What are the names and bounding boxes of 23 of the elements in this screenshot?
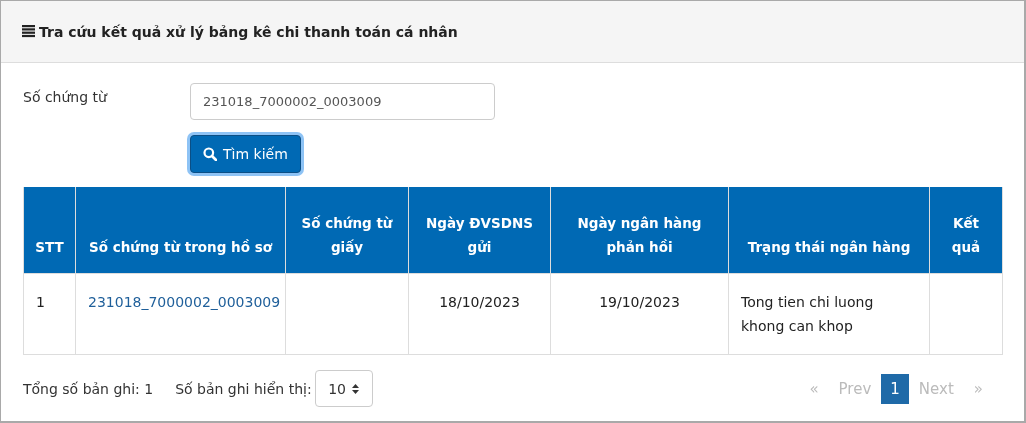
table-cell: 1 [23,273,76,355]
list-icon [22,25,35,38]
column-header: Số chứng từ trong hồ sơ [75,187,286,274]
column-header: Kết quả [929,187,1003,274]
column-header: Ngày ngân hàng phản hồi [550,187,729,274]
search-icon [203,147,217,161]
page-size-select[interactable]: 10 [314,370,373,407]
document-number-field[interactable]: 231018_7000002_0003009 [190,83,495,120]
pagination-link[interactable]: 1 [881,373,909,404]
column-header: Ngày ĐVSDNS gửi [408,187,551,274]
field-label: Số chứng từ [23,88,109,105]
column-header: Số chứng từ giấy [285,187,409,274]
page-size-label: Số bản ghi hiển thị: [175,380,312,397]
panel-title: Tra cứu kết quả xử lý bảng kê chi thanh toán cá nhân [39,23,458,40]
column-header: Trạng thái ngân hàng [728,187,930,274]
table-cell: 19/10/2023 [550,273,729,355]
search-button[interactable]: Tìm kiếm [190,135,301,173]
document-link[interactable]: 231018_7000002_0003009 [88,294,281,310]
total-records: Tổng số bản ghi: 1 [23,380,154,397]
table-cell: Tong tien chi luong khong can khop [728,273,930,355]
table-cell: 18/10/2023 [408,273,551,355]
sort-caret-icon [352,383,360,394]
column-header: STT [23,187,76,274]
